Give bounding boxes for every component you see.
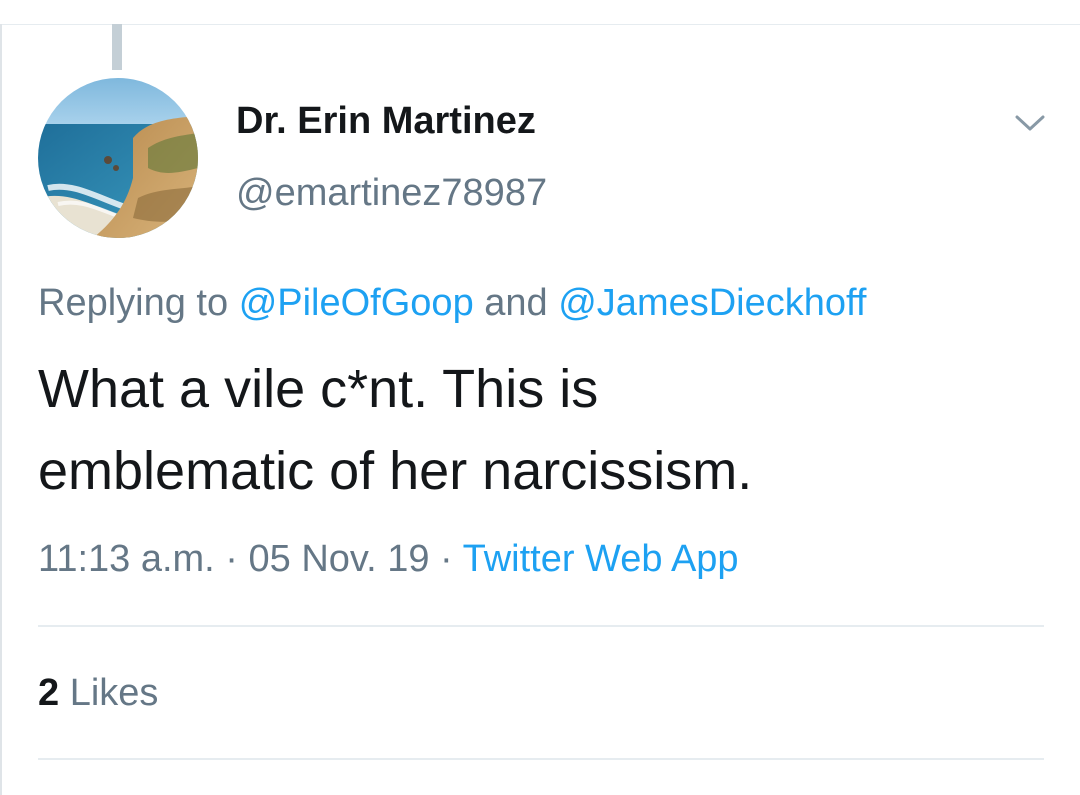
- tweet-time[interactable]: 11:13 a.m.: [38, 538, 215, 580]
- avatar[interactable]: [38, 78, 198, 238]
- replying-to-line: Replying to @PileOfGoop and @JamesDieckh…: [38, 282, 866, 325]
- author-handle[interactable]: @emartinez78987: [236, 172, 547, 215]
- tweet-source-link[interactable]: Twitter Web App: [463, 538, 739, 580]
- avatar-beach-image: [38, 78, 198, 238]
- tweet-text-line: What a vile c*nt. This is: [38, 359, 599, 419]
- chevron-down-icon: [1015, 115, 1045, 131]
- tweet-date[interactable]: 05 Nov. 19: [249, 538, 430, 580]
- top-border: [0, 24, 1080, 25]
- tweet-menu-button[interactable]: [1008, 106, 1052, 140]
- replying-to-prefix: Replying to: [38, 282, 229, 324]
- tweet-metadata: 11:13 a.m. · 05 Nov. 19 · Twitter Web Ap…: [38, 538, 739, 581]
- replying-to-conjunction: and: [484, 282, 548, 324]
- mention-link-2[interactable]: @JamesDieckhoff: [558, 282, 866, 324]
- divider: [38, 758, 1044, 760]
- author-display-name[interactable]: Dr. Erin Martinez: [236, 100, 536, 143]
- likes-label: Likes: [69, 672, 159, 714]
- thread-connector-line: [112, 24, 122, 70]
- meta-separator: ·: [225, 538, 238, 580]
- tweet-text: What a vile c*nt. This is emblematic of …: [38, 348, 1038, 512]
- likes-count-link[interactable]: 2 Likes: [38, 672, 158, 715]
- divider: [38, 625, 1044, 627]
- left-border: [0, 24, 2, 795]
- meta-separator: ·: [440, 538, 453, 580]
- likes-count: 2: [38, 672, 60, 714]
- mention-link-1[interactable]: @PileOfGoop: [239, 282, 474, 324]
- tweet-text-line: emblematic of her narcissism.: [38, 441, 753, 501]
